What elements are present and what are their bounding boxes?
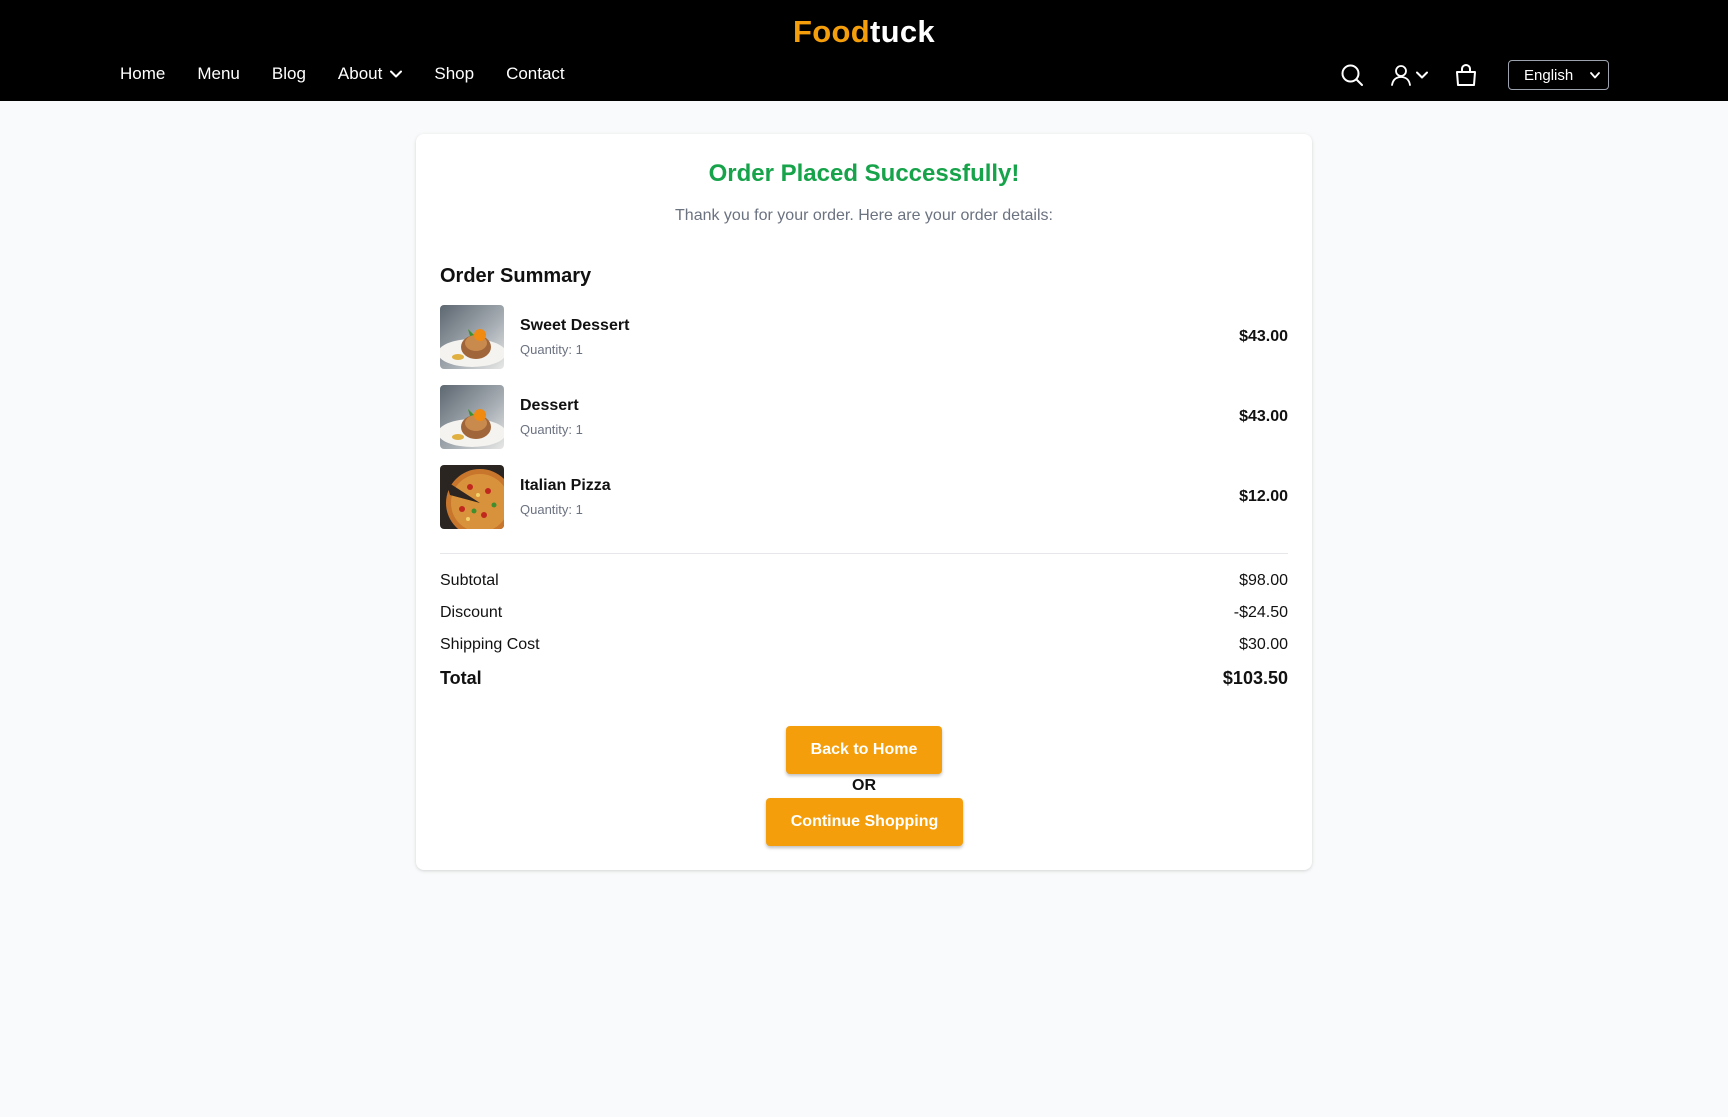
item-name: Dessert <box>520 397 579 414</box>
order-item: Dessert Quantity: 1 $43.00 <box>440 385 1288 449</box>
language-select[interactable]: English <box>1508 60 1609 90</box>
header-actions: English <box>1340 60 1609 90</box>
site-logo[interactable]: Foodtuck <box>0 14 1728 50</box>
shipping-label: Shipping Cost <box>440 636 540 653</box>
discount-value: -$24.50 <box>1233 604 1288 621</box>
item-price: $12.00 <box>1239 488 1288 505</box>
or-separator: OR <box>852 777 876 794</box>
continue-shopping-button[interactable]: Continue Shopping <box>766 798 963 846</box>
nav-home[interactable]: Home <box>120 64 165 84</box>
logo-tuck: tuck <box>870 14 935 49</box>
total-value: $103.50 <box>1222 668 1288 688</box>
total-label: Total <box>440 668 482 688</box>
thank-you-message: Thank you for your order. Here are your … <box>675 207 1053 224</box>
user-icon <box>1390 64 1412 86</box>
site-header: Foodtuck Home Menu Blog About Shop Conta… <box>0 0 1728 101</box>
main-nav: Home Menu Blog About Shop Contact <box>120 64 597 84</box>
language-value: English <box>1524 66 1574 84</box>
order-item: Italian Pizza Quantity: 1 $12.00 <box>440 465 1288 529</box>
shipping-value: $30.00 <box>1239 636 1288 653</box>
search-icon[interactable] <box>1340 63 1364 87</box>
item-quantity: Quantity: 1 <box>520 422 583 437</box>
nav-menu-label: Menu <box>197 64 240 83</box>
discount-label: Discount <box>440 604 503 621</box>
nav-blog[interactable]: Blog <box>272 64 306 84</box>
item-name: Sweet Dessert <box>520 317 630 334</box>
nav-shop-label: Shop <box>434 64 475 83</box>
shopping-bag-icon[interactable] <box>1454 63 1478 87</box>
chevron-down-icon <box>1416 71 1428 79</box>
subtotal-value: $98.00 <box>1239 572 1288 589</box>
back-to-home-button[interactable]: Back to Home <box>786 726 942 774</box>
user-menu[interactable] <box>1390 64 1428 86</box>
item-quantity: Quantity: 1 <box>520 502 583 517</box>
order-items-list: Sweet Dessert Quantity: 1 $43.00 Dessert <box>440 305 1288 545</box>
nav-contact-label: Contact <box>506 64 565 83</box>
item-price: $43.00 <box>1239 408 1288 425</box>
shipping-row: Shipping Cost $30.00 <box>440 636 1288 668</box>
item-name: Italian Pizza <box>520 477 611 494</box>
dessert-image <box>440 305 504 369</box>
total-row: Total $103.50 <box>440 668 1288 702</box>
dessert-image <box>440 385 504 449</box>
nav-menu[interactable]: Menu <box>197 64 240 84</box>
pizza-image <box>440 465 504 529</box>
item-quantity: Quantity: 1 <box>520 342 583 357</box>
chevron-down-icon <box>1590 71 1600 79</box>
chevron-down-icon <box>390 70 403 78</box>
nav-about-label: About <box>337 64 383 83</box>
order-summary-title: Order Summary <box>440 265 592 287</box>
order-confirmation-card: Order Placed Successfully! Thank you for… <box>416 134 1312 870</box>
nav-blog-label: Blog <box>271 64 306 83</box>
subtotal-label: Subtotal <box>440 572 499 589</box>
discount-row: Discount -$24.50 <box>440 604 1288 636</box>
logo-food: Food <box>793 14 870 49</box>
order-totals: Subtotal $98.00 Discount -$24.50 Shippin… <box>440 572 1288 702</box>
item-price: $43.00 <box>1239 328 1288 345</box>
nav-home-label: Home <box>120 64 166 83</box>
nav-contact[interactable]: Contact <box>506 64 565 84</box>
success-title: Order Placed Successfully! <box>708 160 1020 187</box>
subtotal-row: Subtotal $98.00 <box>440 572 1288 604</box>
order-item: Sweet Dessert Quantity: 1 $43.00 <box>440 305 1288 369</box>
summary-divider <box>440 553 1288 554</box>
nav-about[interactable]: About <box>337 64 403 84</box>
nav-shop[interactable]: Shop <box>434 64 474 84</box>
